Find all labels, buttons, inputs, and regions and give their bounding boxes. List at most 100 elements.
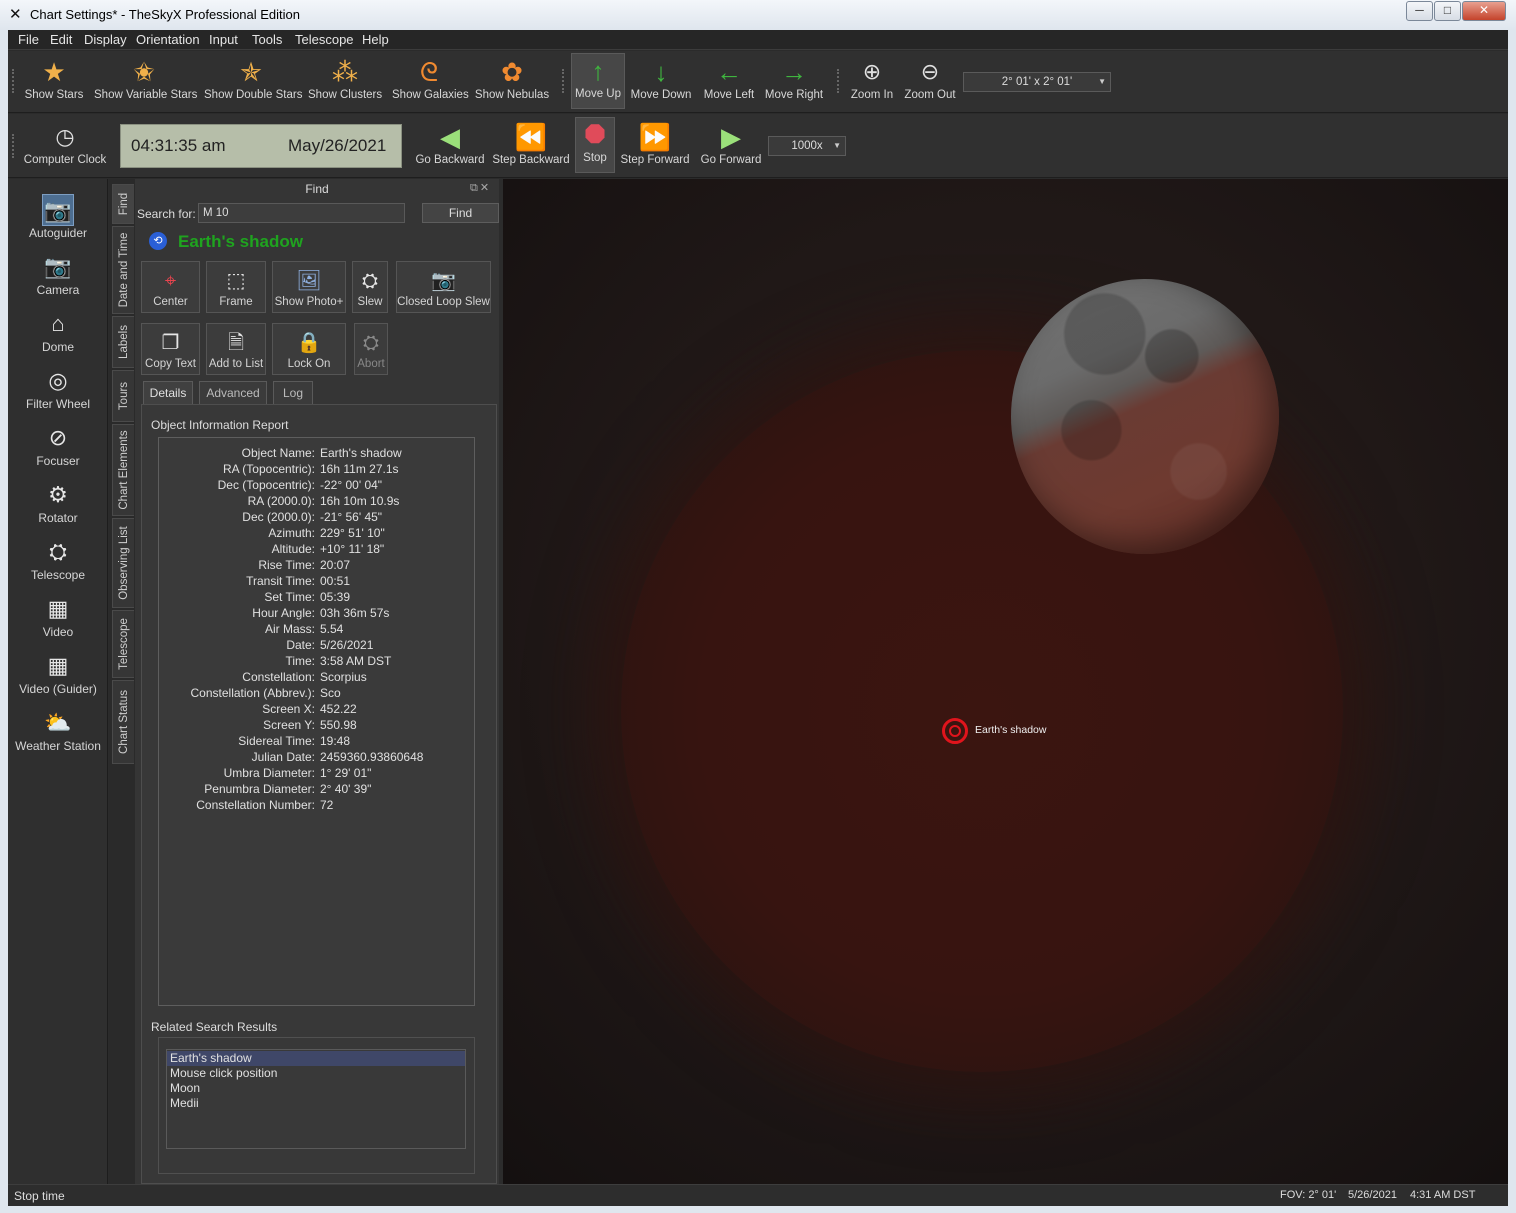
double-star-icon: ✯ <box>240 57 262 87</box>
tab-log[interactable]: Log <box>273 381 313 405</box>
menu-input[interactable]: Input <box>209 32 238 47</box>
vtab-tours[interactable]: Tours <box>112 370 134 422</box>
zoom-in-icon: ⊕ <box>862 59 882 84</box>
arrow-left-icon: ← <box>716 57 742 87</box>
show-nebulas-button[interactable]: ✿ Show Nebulas <box>474 55 550 101</box>
related-result-item[interactable]: Earth's shadow <box>167 1051 465 1066</box>
show-variable-stars-button[interactable]: ✬ Show Variable Stars <box>94 55 197 101</box>
find-button[interactable]: Find <box>422 203 499 223</box>
zoom-out-button[interactable]: ⊖ Zoom Out <box>904 55 956 101</box>
report-value: 03h 36m 57s <box>320 606 390 620</box>
arrow-right-icon: → <box>781 57 807 87</box>
stop-button[interactable]: ⯃ Stop <box>575 117 615 173</box>
show-photo-button[interactable]: 🖼 Show Photo+ <box>272 261 346 313</box>
step-forward-button[interactable]: ⏩ Step Forward <box>618 120 692 166</box>
vtab-telescope[interactable]: Telescope <box>112 610 134 678</box>
menu-telescope[interactable]: Telescope <box>295 32 354 47</box>
report-key: Set Time: <box>264 590 315 604</box>
vtab-labels[interactable]: Labels <box>112 316 134 368</box>
panel-close-icon[interactable]: ⧉✕ <box>470 181 491 195</box>
dock-rotator[interactable]: ⚙ Rotator <box>8 479 108 525</box>
related-result-item[interactable]: Medii <box>167 1096 465 1111</box>
computer-clock-button[interactable]: ◷ Computer Clock <box>22 120 108 166</box>
dock-video-guider[interactable]: ▦ Video (Guider) <box>8 650 108 696</box>
status-date: 5/26/2021 <box>1348 1189 1397 1201</box>
related-results-list[interactable]: Earth's shadow Mouse click position Moon Me… <box>166 1049 466 1149</box>
vtab-chart-elements[interactable]: Chart Elements <box>112 424 134 516</box>
dock-filter-wheel[interactable]: ◎ Filter Wheel <box>8 365 108 411</box>
report-key: Constellation: <box>242 670 315 684</box>
abort-button[interactable]: ⛭ Abort <box>354 323 388 375</box>
go-forward-button[interactable]: ▶ Go Forward <box>698 120 764 166</box>
maximize-button[interactable]: □ <box>1434 1 1461 21</box>
move-right-button[interactable]: → Move Right <box>764 55 824 101</box>
add-to-list-button[interactable]: 🗎 Add to List <box>206 323 266 375</box>
status-fov: FOV: 2° 01' <box>1280 1189 1337 1201</box>
report-key: RA (2000.0): <box>247 494 315 508</box>
go-backward-button[interactable]: ◀ Go Backward <box>414 120 486 166</box>
show-stars-button[interactable]: ★ Show Stars <box>22 55 86 101</box>
frame-button[interactable]: ⬚ Frame <box>206 261 266 313</box>
sky-chart[interactable]: Earth's shadow <box>503 179 1508 1184</box>
menu-edit[interactable]: Edit <box>50 32 72 47</box>
dock-video[interactable]: ▦ Video <box>8 593 108 639</box>
dock-dome[interactable]: ⌂ Dome <box>8 308 108 354</box>
arrow-down-icon: ↓ <box>654 57 668 87</box>
moon-image[interactable] <box>1011 279 1279 554</box>
vtab-observing-list[interactable]: Observing List <box>112 518 134 608</box>
report-value: 5/26/2021 <box>320 638 374 652</box>
report-value: Scorpius <box>320 670 367 684</box>
menu-display[interactable]: Display <box>84 32 127 47</box>
vtab-find[interactable]: Find <box>112 184 134 224</box>
vtab-date-and-time[interactable]: Date and Time <box>112 226 134 314</box>
report-key: RA (Topocentric): <box>222 462 315 476</box>
dock-focuser[interactable]: ⊘ Focuser <box>8 422 108 468</box>
fov-combo[interactable]: 2° 01' x 2° 01' ▼ <box>963 72 1111 92</box>
toolbar-grip[interactable] <box>12 69 16 93</box>
target-marker-icon[interactable] <box>942 718 968 744</box>
show-clusters-button[interactable]: ⁂ Show Clusters <box>308 55 382 101</box>
telescope-icon: ⛭ <box>363 332 379 354</box>
copy-text-button[interactable]: ❐ Copy Text <box>141 323 200 375</box>
move-left-button[interactable]: ← Move Left <box>700 55 758 101</box>
search-input[interactable] <box>198 203 405 223</box>
center-button[interactable]: ⌖ Center <box>141 261 200 313</box>
close-button[interactable]: ✕ <box>1462 1 1506 21</box>
report-row: Constellation (Abbrev.): Sco <box>159 686 476 702</box>
window-title: Chart Settings* - TheSkyX Professional E… <box>30 7 301 22</box>
tab-advanced[interactable]: Advanced <box>199 381 267 405</box>
chart-toolbar: ★ Show Stars ✬ Show Variable Stars ✯ Sho… <box>8 51 1508 113</box>
date-time-display[interactable]: 04:31:35 am May/26/2021 <box>120 124 402 168</box>
related-result-item[interactable]: Mouse click position <box>167 1066 465 1081</box>
dock-autoguider[interactable]: 📷 Autoguider <box>8 194 108 240</box>
time-speed-combo[interactable]: 1000x ▼ <box>768 136 846 156</box>
report-row: Penumbra Diameter: 2° 40' 39" <box>159 782 476 798</box>
vtab-chart-status[interactable]: Chart Status <box>112 680 134 764</box>
menu-tools[interactable]: Tools <box>252 32 282 47</box>
lock-on-button[interactable]: 🔒 Lock On <box>272 323 346 375</box>
tab-details[interactable]: Details <box>143 381 193 405</box>
move-down-button[interactable]: ↓ Move Down <box>630 55 692 101</box>
menu-orientation[interactable]: Orientation <box>136 32 200 47</box>
minimize-button[interactable]: ─ <box>1406 1 1433 21</box>
menu-file[interactable]: File <box>18 32 39 47</box>
zoom-in-button[interactable]: ⊕ Zoom In <box>848 55 896 101</box>
related-result-item[interactable]: Moon <box>167 1081 465 1096</box>
show-galaxies-button[interactable]: ᘓ Show Galaxies <box>392 55 469 101</box>
show-double-stars-button[interactable]: ✯ Show Double Stars <box>204 55 302 101</box>
dock-weather-station[interactable]: ⛅ Weather Station <box>8 707 108 753</box>
dock-camera[interactable]: 📷 Camera <box>8 251 108 297</box>
toolbar-grip[interactable] <box>12 134 16 158</box>
menu-help[interactable]: Help <box>362 32 389 47</box>
chevron-down-icon: ▼ <box>1098 77 1106 86</box>
report-value: 16h 11m 27.1s <box>320 462 399 476</box>
dock-telescope[interactable]: ⛭ Telescope <box>8 536 108 582</box>
slew-button[interactable]: ⛭ Slew <box>352 261 388 313</box>
related-results-title: Related Search Results <box>151 1020 278 1034</box>
toolbar-grip[interactable] <box>562 69 566 93</box>
move-up-button[interactable]: ↑ Move Up <box>571 53 625 109</box>
report-value: 05:39 <box>320 590 351 604</box>
step-backward-button[interactable]: ⏪ Step Backward <box>492 120 570 166</box>
closed-loop-slew-button[interactable]: 📷 Closed Loop Slew <box>396 261 491 313</box>
toolbar-grip[interactable] <box>837 69 841 93</box>
